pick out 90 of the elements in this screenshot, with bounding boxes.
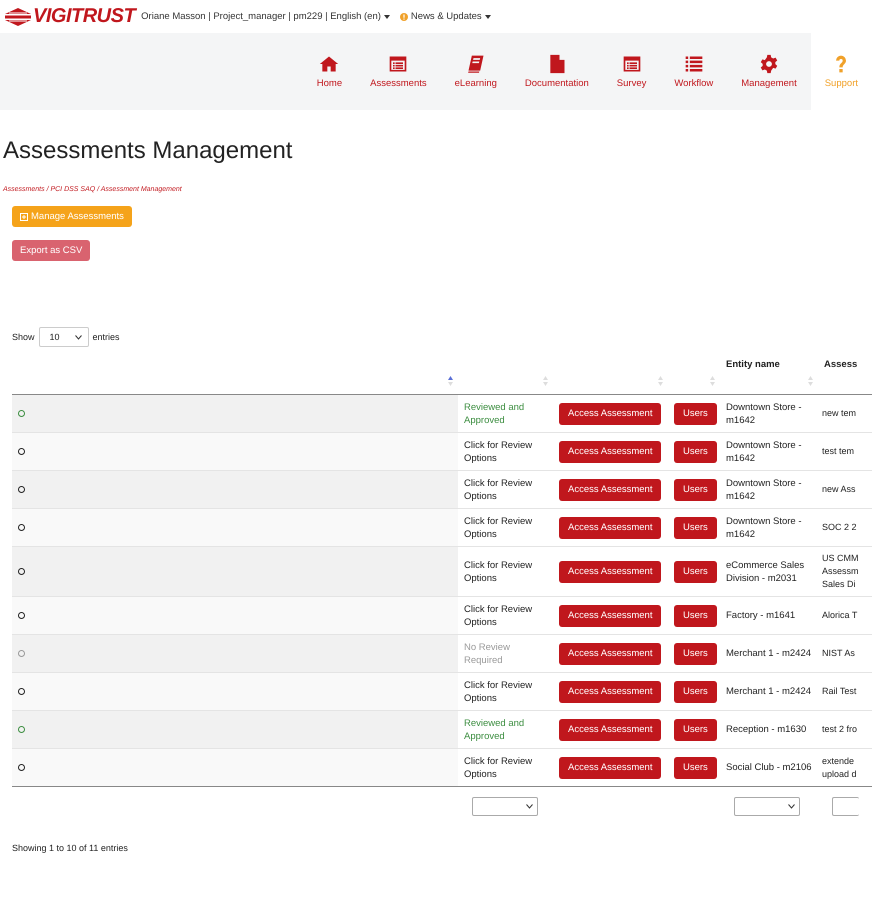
access-assessment-button[interactable]: Access Assessment xyxy=(559,402,662,424)
table-cell-text: Downtown Store - m1642 xyxy=(726,438,803,464)
home-icon xyxy=(319,54,340,74)
table-cell: NIST As xyxy=(822,647,855,660)
sort-ascending-icon[interactable] xyxy=(447,376,454,386)
users-button[interactable]: Users xyxy=(674,718,717,740)
users-button[interactable]: Users xyxy=(674,440,717,462)
users-button[interactable]: Users xyxy=(674,604,717,626)
users-button[interactable]: Users xyxy=(674,478,717,500)
table-cell: Merchant 1 - m2424 xyxy=(726,685,812,698)
nav-tab[interactable]: Documentation xyxy=(510,33,603,110)
access-assessment-button[interactable]: Access Assessment xyxy=(559,440,662,462)
table-cell-text: Downtown Store - m1642 xyxy=(726,514,803,540)
users-button[interactable]: Users xyxy=(674,680,717,702)
review-status[interactable]: Click for Review Options xyxy=(464,476,547,502)
access-assessment-button[interactable]: Access Assessment xyxy=(559,560,662,582)
table-cell: new tem xyxy=(822,407,856,420)
column-header[interactable]: Entity name xyxy=(720,358,780,370)
plus-box-icon xyxy=(20,212,28,220)
settings-icon xyxy=(758,54,779,74)
page-title: Assessments Management xyxy=(3,137,294,165)
book-icon xyxy=(466,54,486,74)
form-icon xyxy=(388,54,408,74)
nav-tab[interactable]: Survey xyxy=(602,33,660,110)
sort-icon[interactable] xyxy=(542,376,549,386)
table-cell: Rail Test xyxy=(822,685,856,698)
access-assessment-button[interactable]: Access Assessment xyxy=(559,756,662,778)
entries-label: entries xyxy=(92,332,120,342)
user-menu[interactable]: Oriane Masson | Project_manager | pm229 | English (en) xyxy=(141,11,390,22)
review-status[interactable]: Click for Review Options xyxy=(464,558,547,584)
show-label: Show xyxy=(12,332,35,342)
table-cell: Alorica T xyxy=(822,609,858,622)
access-assessment-button[interactable]: Access Assessment xyxy=(559,604,662,626)
filter-select[interactable] xyxy=(832,797,859,816)
users-button[interactable]: Users xyxy=(674,560,717,582)
chevron-icon xyxy=(526,804,533,809)
list-icon xyxy=(684,54,704,74)
logo-text[interactable]: VIGITRUST xyxy=(33,5,136,28)
users-button[interactable]: Users xyxy=(674,642,717,664)
access-assessment-button[interactable]: Access Assessment xyxy=(559,642,662,664)
users-button[interactable]: Users xyxy=(674,402,717,424)
table-cell-text: Downtown Store - m1642 xyxy=(726,400,803,426)
table-cell: Merchant 1 - m2424 xyxy=(726,647,812,660)
sort-icon[interactable] xyxy=(657,376,664,386)
review-status[interactable]: Click for Review Options xyxy=(464,438,547,464)
users-button[interactable]: Users xyxy=(674,516,717,538)
logo-icon xyxy=(5,8,31,26)
table-cell: test 2 fro xyxy=(822,723,858,736)
review-status[interactable]: Click for Review Options xyxy=(464,602,547,628)
table-cell: Reception - m1630 xyxy=(726,723,806,736)
review-status: Reviewed and Approved xyxy=(464,400,526,426)
table-info: Showing 1 to 10 of 11 entries xyxy=(12,843,128,853)
table-cell-text: eCommerce Sales Division - m2031 xyxy=(726,558,806,584)
filter-select[interactable] xyxy=(472,797,538,816)
table-cell: SOC 2 2 xyxy=(822,521,857,534)
sort-icon[interactable] xyxy=(807,376,814,386)
table-cell: Factory - m1641 xyxy=(726,609,796,622)
alert-icon xyxy=(400,12,408,20)
users-button[interactable]: Users xyxy=(674,756,717,778)
nav-tab[interactable]: Workflow xyxy=(660,33,728,110)
access-assessment-button[interactable]: Access Assessment xyxy=(559,516,662,538)
access-assessment-button[interactable]: Access Assessment xyxy=(559,718,662,740)
chevron-icon xyxy=(788,804,795,809)
chevron-icon xyxy=(74,334,82,340)
news-menu[interactable]: News & Updates xyxy=(400,11,491,22)
table-cell: new Ass xyxy=(822,483,856,496)
nav-tab[interactable]: Home xyxy=(302,33,356,110)
entries-select[interactable]: 10 xyxy=(38,327,89,347)
access-assessment-button[interactable]: Access Assessment xyxy=(559,478,662,500)
caret-icon xyxy=(384,14,390,18)
review-status: Reviewed and Approved xyxy=(464,716,526,742)
export-button[interactable]: Export as CSV xyxy=(12,240,90,261)
review-status[interactable]: Click for Review Options xyxy=(464,754,547,780)
nav-tab[interactable]: eLearning xyxy=(440,33,511,110)
nav-tab[interactable]: Assessments xyxy=(356,33,441,110)
table-cell: test tem xyxy=(822,445,854,458)
table-cell: Social Club - m2106 xyxy=(726,761,812,774)
table-cell: extende upload d xyxy=(822,754,857,780)
table-cell-text: Downtown Store - m1642 xyxy=(726,476,803,502)
nav-tab[interactable]: Management xyxy=(727,33,811,110)
caret-icon xyxy=(484,14,491,18)
form-icon xyxy=(622,54,642,74)
review-status[interactable]: Click for Review Options xyxy=(464,678,547,704)
sort-icon[interactable] xyxy=(709,376,716,386)
table-cell: US CMM Assessm Sales Di xyxy=(822,552,859,591)
review-status[interactable]: Click for Review Options xyxy=(464,514,547,540)
access-assessment-button[interactable]: Access Assessment xyxy=(559,680,662,702)
review-status: No Review Required xyxy=(464,640,511,666)
filter-select[interactable] xyxy=(734,797,800,816)
column-header[interactable]: Assess xyxy=(818,358,858,370)
